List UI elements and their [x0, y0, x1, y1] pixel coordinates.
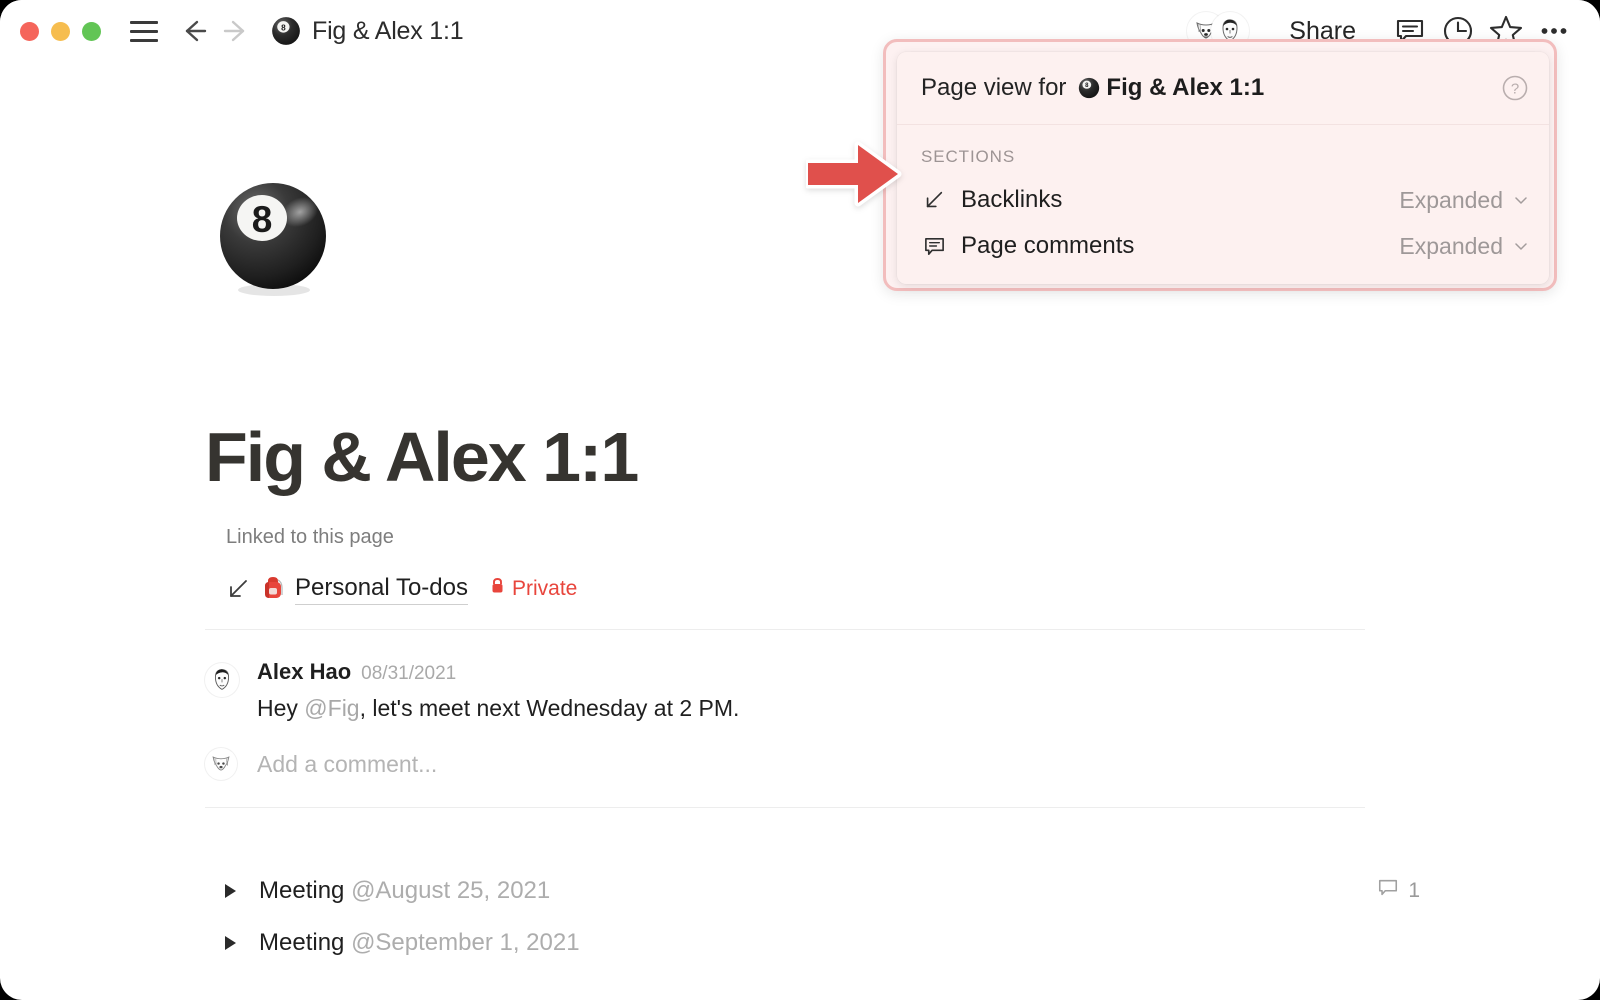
- dog-face-avatar: [205, 748, 237, 780]
- page-title[interactable]: Fig & Alex 1:1: [205, 417, 639, 497]
- chevron-down-icon: [1513, 233, 1529, 260]
- add-comment-row[interactable]: [205, 748, 717, 780]
- comment-text-part: Hey: [257, 695, 305, 721]
- arrow-right-icon[interactable]: [219, 14, 253, 48]
- comment-icon: [1377, 877, 1399, 905]
- maximize-window-button[interactable]: [82, 21, 101, 41]
- popup-section-state-dropdown[interactable]: Expanded: [1399, 187, 1529, 214]
- comment-author[interactable]: Alex Hao: [257, 659, 351, 685]
- app-window: 8 Fig & Alex 1:1 Share 8 Fig & Alex 1:1 …: [0, 0, 1600, 1000]
- lock-icon: [490, 577, 505, 601]
- chevron-down-icon: [1513, 187, 1529, 214]
- svg-text:8: 8: [281, 23, 286, 32]
- pool-8-ball-icon: 8: [1078, 77, 1100, 99]
- date-mention[interactable]: @August 25, 2021: [351, 877, 550, 904]
- add-comment-input[interactable]: [257, 750, 717, 778]
- page-comment: Alex Hao 08/31/2021 Hey @Fig, let's meet…: [205, 659, 1365, 722]
- toggle-block-label[interactable]: Meeting @August 25, 2021: [259, 877, 550, 905]
- divider: [205, 807, 1365, 808]
- minimize-window-button[interactable]: [51, 21, 70, 41]
- arrow-down-left-icon: [226, 577, 250, 601]
- popup-section-name: Page comments: [961, 232, 1135, 259]
- date-mention[interactable]: @September 1, 2021: [351, 929, 580, 956]
- popup-section-backlinks[interactable]: Backlinks Expanded: [897, 177, 1549, 223]
- page-view-popup: Page view for 8 Fig & Alex 1:1 ? SECTION…: [897, 52, 1549, 284]
- page-title-breadcrumb[interactable]: Fig & Alex 1:1: [312, 17, 464, 46]
- comment-text-part: , let's meet next Wednesday at 2 PM.: [359, 695, 740, 721]
- pool-8-ball-icon: 8: [271, 16, 301, 46]
- popup-sections-label: SECTIONS: [921, 147, 1016, 166]
- hamburger-icon[interactable]: [127, 14, 161, 48]
- user-mention[interactable]: @Fig: [304, 695, 359, 721]
- pool-8-ball-icon[interactable]: 8: [214, 178, 334, 298]
- comment-count-badge[interactable]: 1: [1377, 877, 1420, 905]
- popup-section-state-value: Expanded: [1399, 232, 1503, 259]
- arrow-right-annotation-icon: [804, 141, 902, 207]
- backlinks-section-label: Linked to this page: [226, 526, 394, 548]
- popup-header-label: Page view for: [921, 74, 1067, 101]
- popup-section-name: Backlinks: [961, 186, 1063, 213]
- popup-section-state-dropdown[interactable]: Expanded: [1399, 233, 1529, 260]
- triangle-right-icon[interactable]: [211, 936, 249, 950]
- comment-text: Hey @Fig, let's meet next Wednesday at 2…: [257, 695, 1365, 722]
- backpack-icon: [260, 574, 286, 605]
- svg-text:?: ?: [1511, 81, 1519, 98]
- comment-header: Alex Hao 08/31/2021: [257, 659, 1365, 685]
- popup-section-page-comments[interactable]: Page comments Expanded: [897, 223, 1549, 269]
- toggle-block[interactable]: Meeting @September 1, 2021: [205, 921, 1420, 965]
- triangle-right-icon[interactable]: [211, 884, 249, 898]
- comment-timestamp: 08/31/2021: [361, 663, 457, 684]
- popup-header-page-name: Fig & Alex 1:1: [1106, 74, 1265, 101]
- comment-count-value: 1: [1408, 879, 1420, 902]
- comment-icon: [921, 233, 947, 259]
- toggle-block[interactable]: Meeting @August 25, 2021 1: [205, 869, 1420, 913]
- svg-text:8: 8: [252, 199, 273, 240]
- close-window-button[interactable]: [20, 21, 39, 41]
- arrow-down-left-icon: [921, 187, 947, 213]
- backlink-item[interactable]: Personal To-dos Private: [226, 572, 577, 606]
- arrow-left-icon[interactable]: [177, 14, 211, 48]
- backlink-page-title[interactable]: Personal To-dos: [295, 574, 468, 605]
- traffic-light-controls: [20, 21, 101, 41]
- status-badge: Private: [490, 577, 577, 601]
- question-circle-icon[interactable]: ?: [1501, 74, 1529, 102]
- toggle-block-label[interactable]: Meeting @September 1, 2021: [259, 929, 580, 957]
- popup-header: Page view for 8 Fig & Alex 1:1 ?: [897, 52, 1549, 125]
- popup-section-state-value: Expanded: [1399, 186, 1503, 213]
- person-face-avatar[interactable]: [205, 663, 239, 697]
- divider: [205, 629, 1365, 630]
- status-badge-label: Private: [512, 577, 578, 600]
